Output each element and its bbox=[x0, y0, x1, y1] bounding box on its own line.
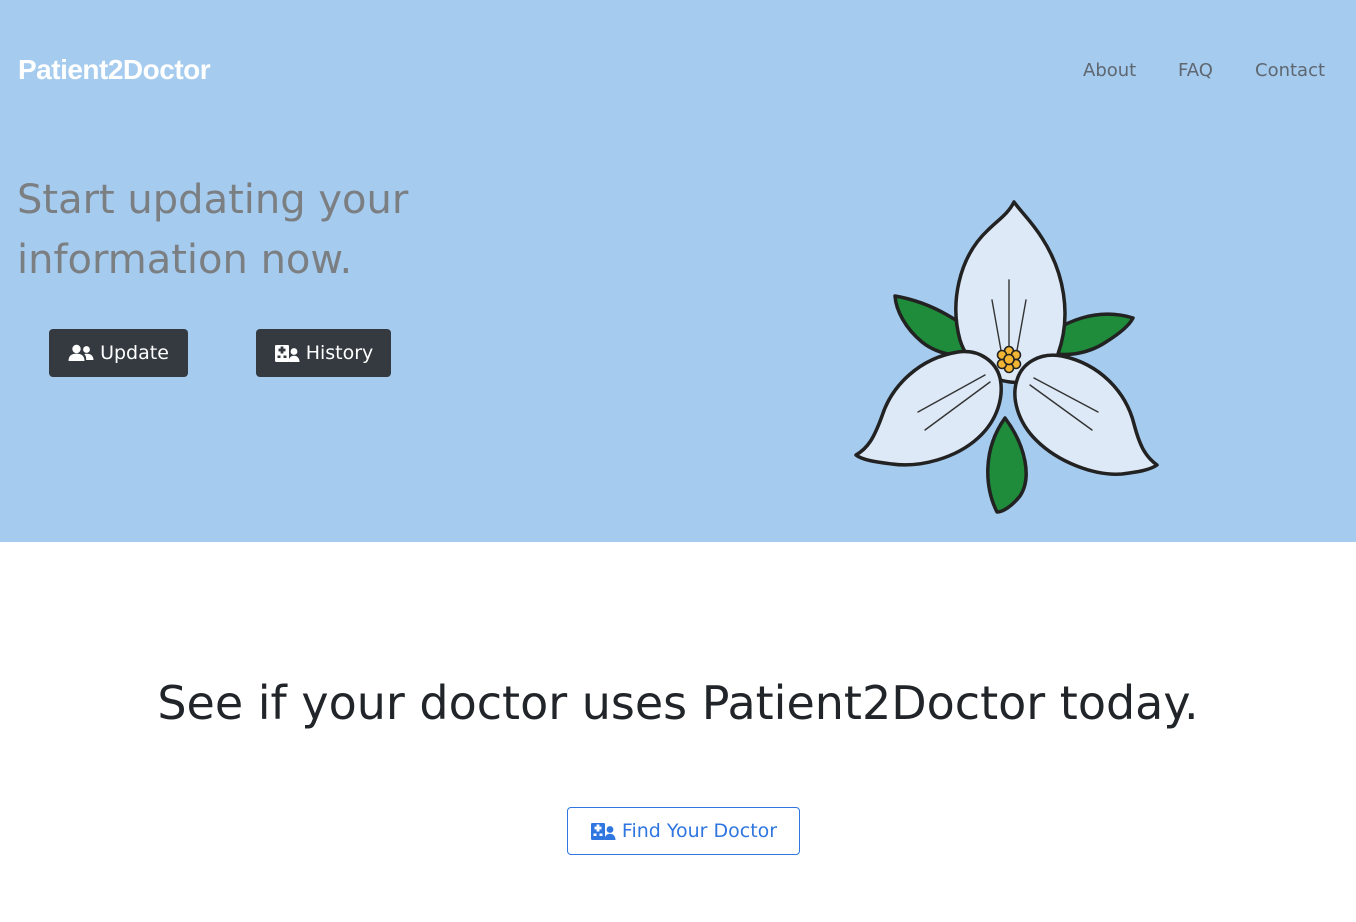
history-button-label: History bbox=[305, 342, 374, 364]
brand-logo[interactable]: Patient2Doctor bbox=[18, 54, 211, 86]
hospital-user-icon bbox=[590, 821, 616, 841]
history-button[interactable]: History bbox=[256, 329, 391, 377]
update-button[interactable]: Update bbox=[49, 329, 188, 377]
hero-title: Start updating your information now. bbox=[17, 177, 409, 283]
update-button-label: Update bbox=[100, 342, 169, 364]
nav-link-contact[interactable]: Contact bbox=[1255, 60, 1325, 81]
find-your-doctor-button[interactable]: Find Your Doctor bbox=[567, 807, 800, 855]
hero-section: Patient2Doctor About FAQ Contact Start u… bbox=[0, 0, 1356, 542]
hospital-user-icon bbox=[274, 343, 300, 363]
trillium-flower-icon bbox=[854, 200, 1159, 514]
find-your-doctor-label: Find Your Doctor bbox=[621, 820, 778, 842]
users-icon bbox=[68, 344, 94, 362]
nav-link-about[interactable]: About bbox=[1083, 60, 1136, 81]
flower-center bbox=[996, 345, 1022, 374]
nav-link-faq[interactable]: FAQ bbox=[1178, 60, 1213, 81]
find-doctor-title: See if your doctor uses Patient2Doctor t… bbox=[157, 676, 1199, 730]
